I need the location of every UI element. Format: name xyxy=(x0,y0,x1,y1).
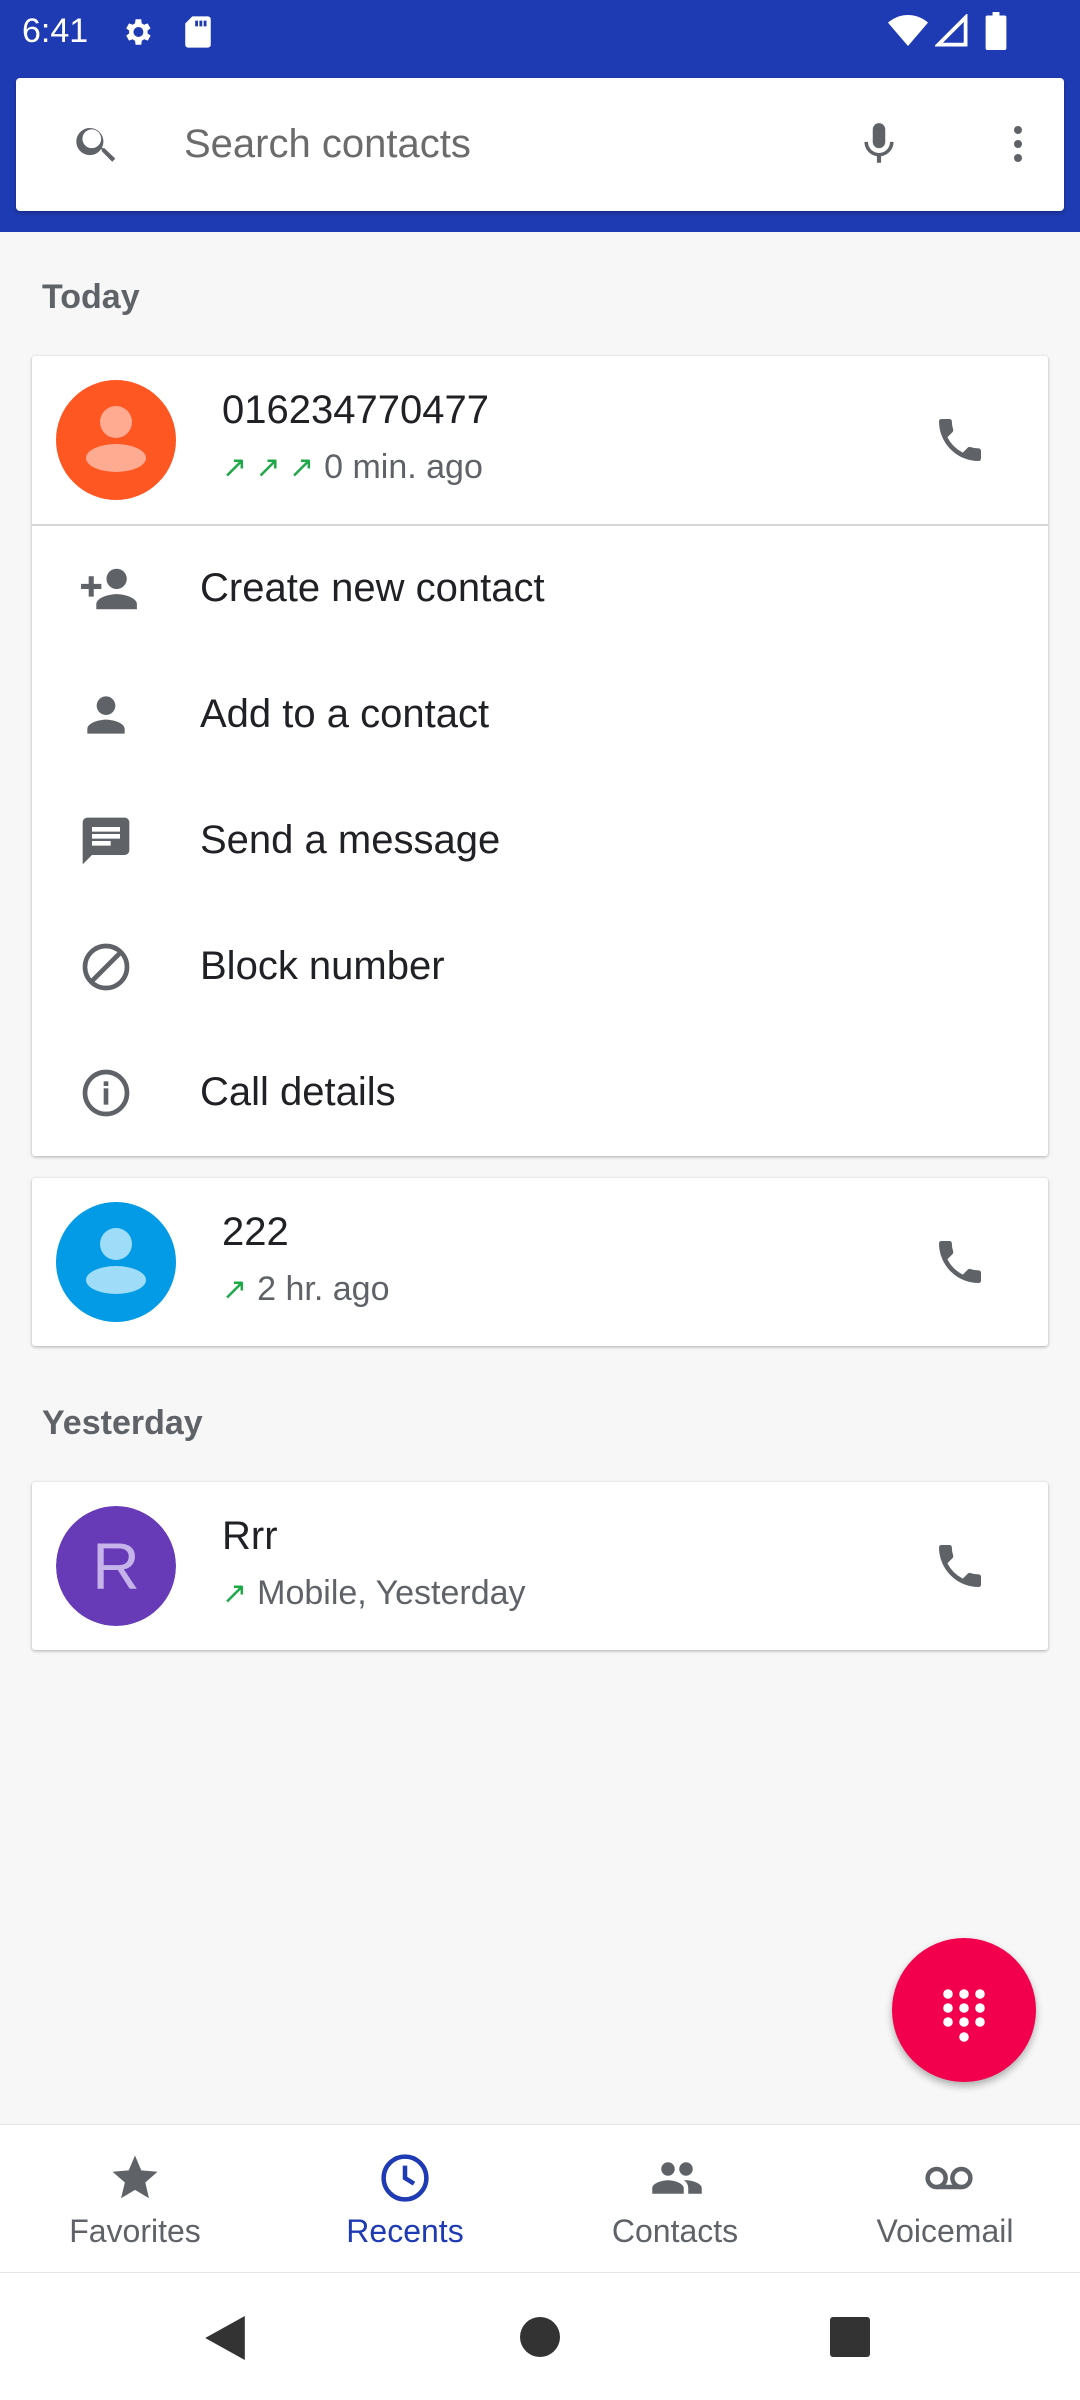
tab-favorites[interactable]: Favorites xyxy=(0,2125,270,2273)
menu-item-call-details[interactable]: Call details xyxy=(32,1030,1048,1156)
caller-number: 222 xyxy=(222,1210,289,1254)
person-add-icon xyxy=(76,561,142,622)
tab-label: Contacts xyxy=(611,2213,739,2249)
person-icon xyxy=(76,687,136,748)
tab-contacts[interactable]: Contacts xyxy=(540,2125,810,2273)
menu-label: Send a message xyxy=(200,818,501,862)
call-row[interactable]: 016234770477 ↗ ↗ ↗ 0 min. ago xyxy=(32,356,1048,524)
tab-label: Recents xyxy=(346,2213,464,2249)
dialpad-button[interactable] xyxy=(892,1938,1036,2082)
menu-item-block-number[interactable]: Block number xyxy=(32,904,1048,1030)
tab-label: Favorites xyxy=(69,2213,201,2249)
section-label-today: Today xyxy=(42,278,140,316)
cell-signal-icon xyxy=(933,12,969,53)
avatar: R xyxy=(56,1506,176,1626)
menu-item-add-to-contact[interactable]: Add to a contact xyxy=(32,652,1048,778)
home-icon[interactable] xyxy=(520,2317,560,2362)
call-time: 0 min. ago xyxy=(324,448,483,486)
clock-icon xyxy=(378,2151,432,2210)
call-row[interactable]: R Rrr ↗ Mobile, Yesterday xyxy=(32,1482,1048,1650)
system-navigation-bar xyxy=(0,2272,1080,2400)
voicemail-icon xyxy=(918,2151,980,2210)
call-back-phone-icon[interactable] xyxy=(932,412,988,468)
avatar-letter: R xyxy=(56,1506,176,1626)
settings-gear-icon xyxy=(120,15,154,54)
call-row[interactable]: 222 ↗ 2 hr. ago xyxy=(32,1178,1048,1346)
menu-label: Block number xyxy=(200,944,445,988)
caller-name: Rrr xyxy=(222,1514,278,1558)
wifi-icon xyxy=(888,14,928,53)
menu-label: Create new contact xyxy=(200,566,545,610)
sd-card-icon xyxy=(183,15,213,54)
search-input[interactable]: Search contacts xyxy=(184,122,471,167)
call-time: 2 hr. ago xyxy=(257,1270,390,1308)
call-back-phone-icon[interactable] xyxy=(932,1538,988,1594)
avatar xyxy=(56,380,176,500)
menu-item-create-contact[interactable]: Create new contact xyxy=(32,526,1048,652)
call-back-phone-icon[interactable] xyxy=(932,1234,988,1290)
back-icon[interactable] xyxy=(203,2313,247,2368)
battery-icon xyxy=(985,12,1007,55)
tab-label: Voicemail xyxy=(876,2213,1014,2249)
search-icon[interactable] xyxy=(72,119,122,174)
call-entry[interactable]: 222 ↗ 2 hr. ago xyxy=(32,1178,1048,1346)
search-bar[interactable]: Search contacts xyxy=(16,78,1064,211)
call-subtitle: ↗ 2 hr. ago xyxy=(222,1270,389,1309)
call-time: Mobile, Yesterday xyxy=(257,1574,526,1612)
status-bar: 6:41 xyxy=(0,0,1080,64)
outgoing-call-arrow-icon: ↗ ↗ ↗ xyxy=(222,451,315,484)
more-options-icon[interactable] xyxy=(994,116,1042,177)
call-entry-expanded: 016234770477 ↗ ↗ ↗ 0 min. ago Create new… xyxy=(32,356,1048,1156)
people-icon xyxy=(648,2151,706,2210)
call-entry[interactable]: R Rrr ↗ Mobile, Yesterday xyxy=(32,1482,1048,1650)
star-icon xyxy=(108,2151,162,2210)
section-label-yesterday: Yesterday xyxy=(42,1404,203,1442)
menu-item-send-message[interactable]: Send a message xyxy=(32,778,1048,904)
outgoing-call-arrow-icon: ↗ xyxy=(222,1273,248,1306)
avatar xyxy=(56,1202,176,1322)
bottom-navigation: Favorites Recents Contacts Voicemail xyxy=(0,2124,1080,2272)
info-icon xyxy=(76,1065,136,1126)
recent-apps-icon[interactable] xyxy=(830,2317,870,2362)
microphone-icon[interactable] xyxy=(854,116,904,177)
status-time: 6:41 xyxy=(22,12,89,50)
block-icon xyxy=(76,939,136,1000)
caller-number: 016234770477 xyxy=(222,388,489,432)
outgoing-call-arrow-icon: ↗ xyxy=(222,1577,248,1610)
call-subtitle: ↗ Mobile, Yesterday xyxy=(222,1574,526,1613)
tab-recents[interactable]: Recents xyxy=(270,2125,540,2273)
menu-label: Call details xyxy=(200,1070,396,1114)
search-area: Search contacts xyxy=(0,64,1080,232)
menu-label: Add to a contact xyxy=(200,692,490,736)
message-icon xyxy=(76,813,136,874)
tab-voicemail[interactable]: Voicemail xyxy=(810,2125,1080,2273)
dialpad-icon xyxy=(943,1989,985,2042)
call-subtitle: ↗ ↗ ↗ 0 min. ago xyxy=(222,448,483,487)
